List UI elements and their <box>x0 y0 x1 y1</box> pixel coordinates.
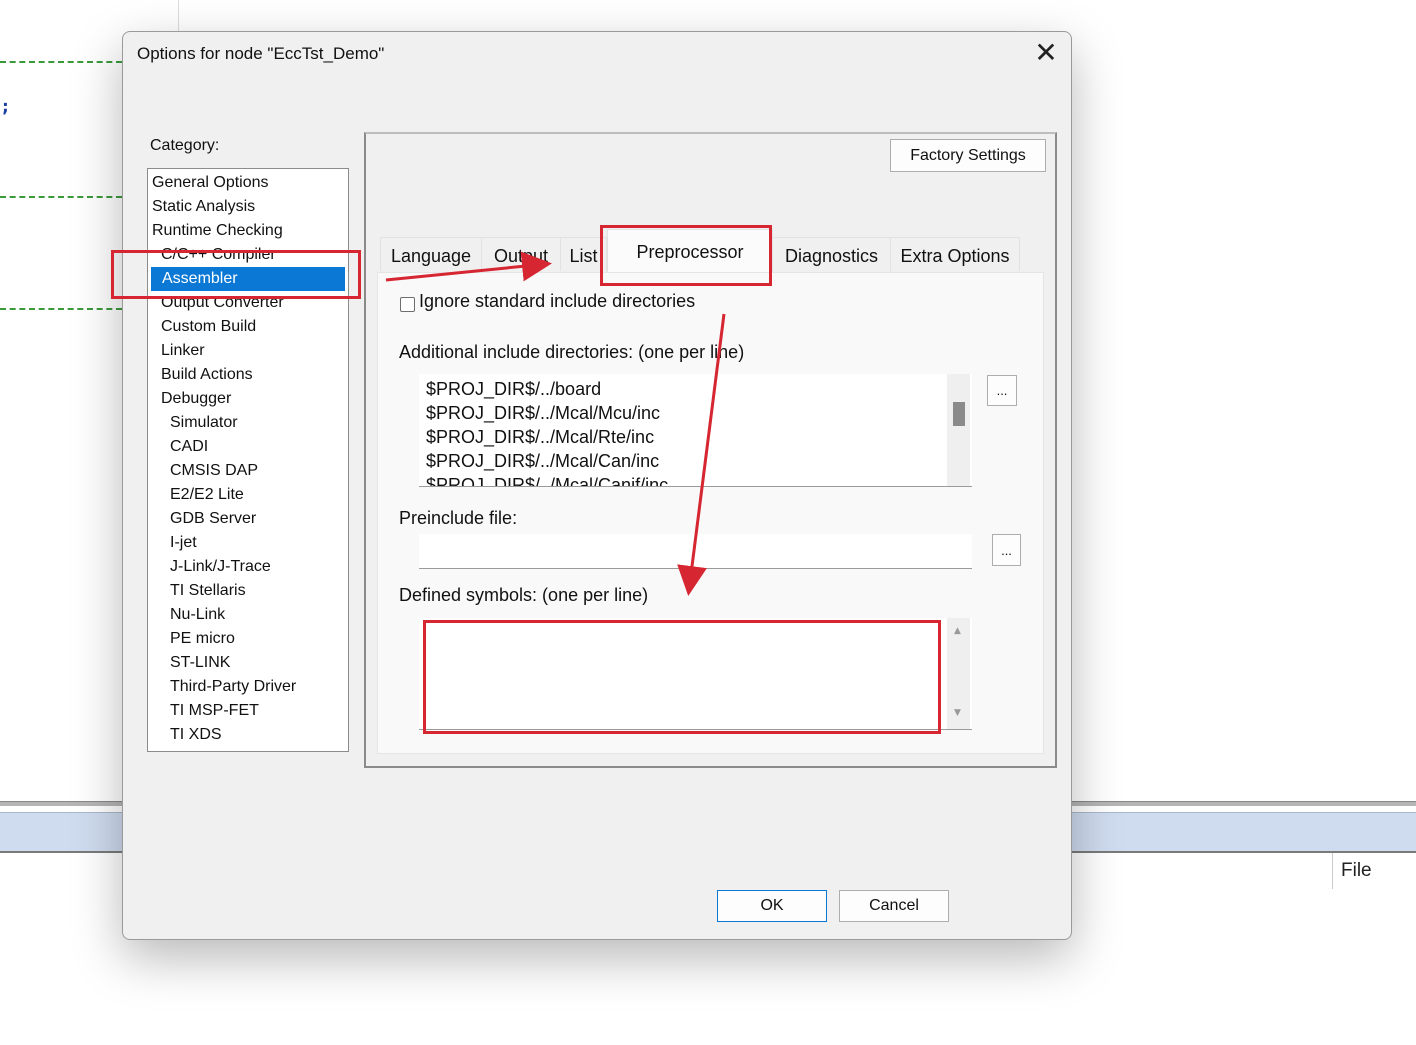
annotation-arrows <box>385 251 726 596</box>
annotation-arrow-to-symbols <box>677 313 726 596</box>
annotation-arrow-to-tab <box>385 251 552 282</box>
